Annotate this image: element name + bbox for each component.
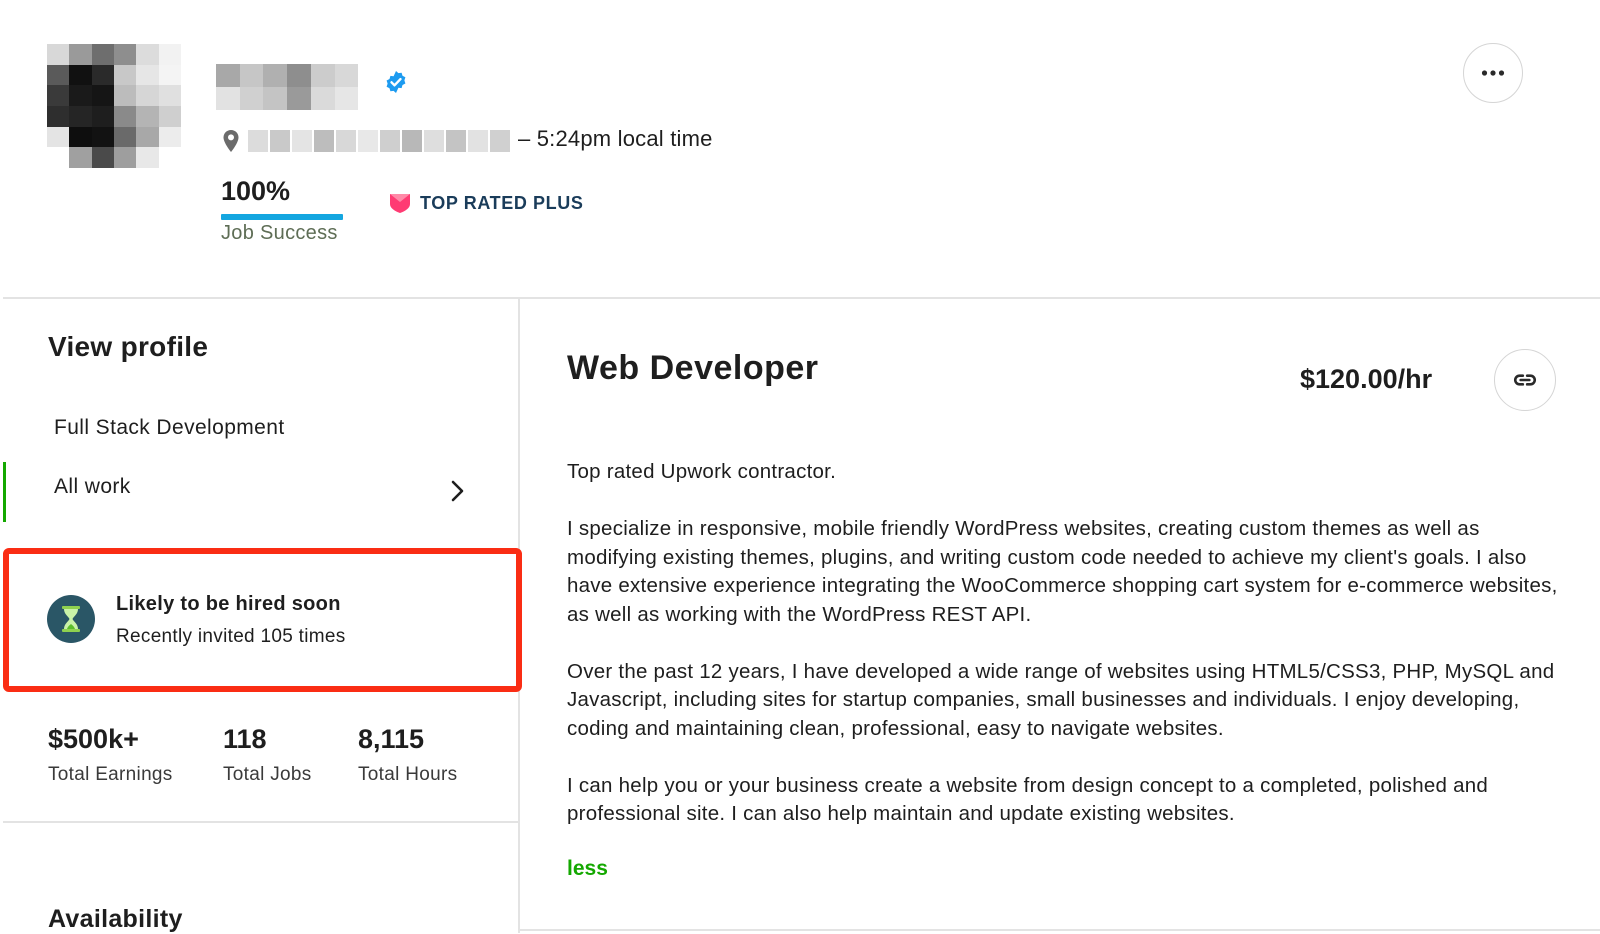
stat-total-jobs-label: Total Jobs — [223, 764, 312, 785]
header-divider — [3, 297, 1600, 299]
stat-total-hours-value: 8,115 — [358, 724, 425, 754]
stat-total-earnings-label: Total Earnings — [48, 764, 173, 785]
sidebar-divider — [3, 821, 518, 823]
likely-hired-title: Likely to be hired soon — [116, 593, 341, 615]
top-rated-plus-icon — [390, 194, 410, 213]
stat-total-hours-label: Total Hours — [358, 764, 458, 785]
hourglass-icon — [47, 595, 95, 643]
description-paragraph: Over the past 12 years, I have developed… — [567, 659, 1555, 740]
sidebar-item-all-work[interactable]: All work — [54, 475, 131, 499]
active-indicator — [3, 462, 6, 522]
location-pin-icon — [223, 130, 239, 152]
description-paragraph: I specialize in responsive, mobile frien… — [567, 517, 1558, 626]
verified-badge-icon — [386, 71, 406, 93]
content-divider — [519, 929, 1600, 931]
top-rated-plus-label: TOP RATED PLUS — [420, 193, 584, 213]
show-less-link[interactable]: less — [567, 857, 608, 881]
link-icon — [1513, 374, 1537, 386]
local-time: – 5:24pm local time — [518, 126, 713, 151]
view-profile-heading: View profile — [48, 331, 209, 362]
ellipsis-icon — [1481, 70, 1505, 76]
location-blurred — [248, 130, 510, 152]
description-paragraph: I can help you or your business create a… — [567, 773, 1489, 826]
copy-link-button[interactable] — [1494, 349, 1556, 411]
likely-hired-subtitle: Recently invited 105 times — [116, 626, 346, 647]
profile-title: Web Developer — [567, 349, 819, 387]
sidebar-item-full-stack-development[interactable]: Full Stack Development — [54, 416, 285, 440]
avatar — [47, 44, 181, 168]
chevron-right-icon[interactable] — [446, 480, 468, 502]
stat-total-jobs-value: 118 — [223, 724, 267, 754]
availability-heading: Availability — [48, 905, 183, 933]
stat-total-earnings-value: $500k+ — [48, 724, 139, 754]
freelancer-name-blurred — [216, 64, 382, 110]
more-options-button[interactable] — [1463, 43, 1523, 103]
description-paragraph: Top rated Upwork contractor. — [567, 460, 837, 483]
job-success-value: 100% — [221, 176, 291, 206]
job-success-bar — [221, 214, 343, 220]
job-success-label: Job Success — [221, 222, 338, 244]
hourly-rate: $120.00/hr — [1300, 364, 1433, 394]
profile-description: Top rated Upwork contractor. I specializ… — [567, 458, 1567, 857]
